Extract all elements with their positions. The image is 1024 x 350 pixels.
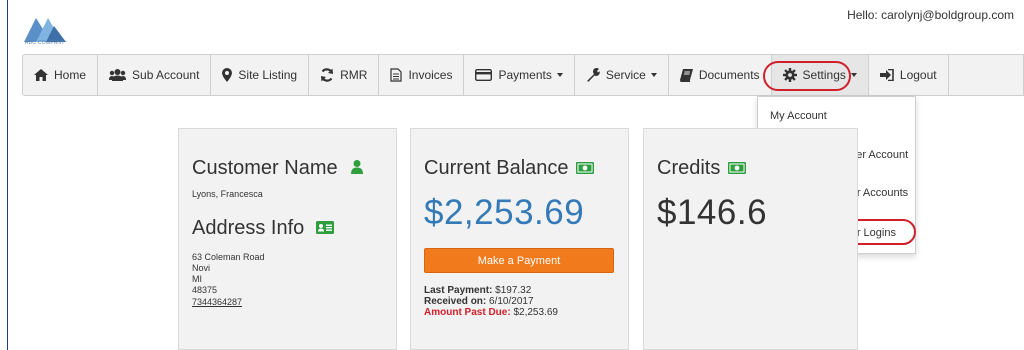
nav-settings-label: Settings: [802, 68, 846, 82]
book-icon: [679, 68, 693, 82]
nav-invoices-label: Invoices: [408, 68, 453, 82]
current-balance-card: Current Balance $2,253.69 Make a Payment…: [410, 128, 629, 350]
nav-site-listing[interactable]: Site Listing: [211, 55, 310, 95]
received-on-row: Received on: 6/10/2017: [424, 296, 534, 307]
nav-sub-account-label: Sub Account: [132, 68, 200, 82]
current-balance-title: Current Balance: [424, 157, 569, 179]
nav-documents-label: Documents: [698, 68, 760, 82]
home-icon: [34, 69, 48, 81]
past-due-label: Amount Past Due:: [424, 307, 511, 318]
user-greeting: Hello: carolynj@boldgroup.com: [847, 8, 1014, 22]
nav-service[interactable]: Service: [575, 55, 669, 95]
user-icon: [351, 157, 364, 180]
past-due-value: $2,253.69: [513, 307, 558, 318]
nav-invoices[interactable]: Invoices: [379, 55, 465, 95]
credits-card: Credits $146.6: [643, 128, 858, 350]
last-payment-value: $197.32: [495, 285, 532, 296]
nav-rmr-label: RMR: [340, 68, 368, 82]
nav-payments-label: Payments: [498, 68, 552, 82]
make-payment-button[interactable]: Make a Payment: [424, 248, 614, 273]
nav-site-listing-label: Site Listing: [238, 68, 298, 82]
address-line-3: MI: [192, 274, 202, 284]
customer-name-value: Lyons, Francesca: [192, 189, 263, 199]
last-payment-label: Last Payment:: [424, 285, 493, 296]
logo-text: ABC COMPANY: [25, 40, 65, 46]
chevron-down-icon: [850, 73, 857, 77]
customer-info-card: Customer Name Lyons, Francesca Address I…: [178, 128, 397, 350]
nav-logout-label: Logout: [899, 68, 937, 82]
main-navbar: Home Sub Account Site Listing RMR Invoic…: [22, 54, 1024, 96]
last-payment-row: Last Payment: $197.32: [424, 285, 531, 296]
address-line-4: 48375: [192, 285, 218, 295]
refresh-icon: [320, 68, 334, 82]
gear-icon: [782, 68, 797, 82]
nav-logout[interactable]: Logout: [869, 55, 949, 95]
id-card-icon: [315, 217, 334, 240]
received-on-label: Received on:: [424, 296, 487, 307]
map-marker-icon: [222, 68, 233, 82]
nav-documents[interactable]: Documents: [669, 55, 772, 95]
nav-service-label: Service: [605, 68, 646, 82]
phone-link[interactable]: 7344364287: [192, 297, 242, 307]
address-info-heading: Address Info: [192, 217, 334, 240]
address-line-2: Novi: [192, 263, 211, 273]
nav-payments[interactable]: Payments: [464, 55, 575, 95]
credits-heading: Credits: [657, 157, 746, 180]
chevron-down-icon: [650, 73, 657, 77]
current-balance-heading: Current Balance: [424, 157, 595, 180]
credits-amount: $146.6: [657, 193, 768, 232]
nav-rmr[interactable]: RMR: [309, 55, 380, 95]
credit-card-icon: [475, 69, 493, 81]
received-on-value: 6/10/2017: [489, 296, 534, 307]
credits-title: Credits: [657, 157, 721, 179]
money-icon: [576, 157, 595, 180]
balance-amount: $2,253.69: [424, 193, 585, 232]
wrench-icon: [586, 68, 600, 82]
menu-item-my-account[interactable]: My Account: [770, 110, 827, 122]
nav-sub-account[interactable]: Sub Account: [98, 55, 212, 95]
customer-name-heading: Customer Name: [192, 157, 364, 180]
nav-home-label: Home: [54, 68, 87, 82]
customer-name-title: Customer Name: [192, 157, 338, 179]
users-icon: [109, 69, 127, 81]
document-icon: [390, 68, 403, 82]
chevron-down-icon: [556, 73, 563, 77]
logout-icon: [879, 69, 894, 81]
money-icon: [727, 157, 746, 180]
nav-settings[interactable]: Settings: [771, 55, 869, 95]
address-info-title: Address Info: [192, 217, 305, 239]
nav-home[interactable]: Home: [23, 55, 99, 95]
address-line-1: 63 Coleman Road: [192, 252, 265, 262]
past-due-row: Amount Past Due: $2,253.69: [424, 307, 558, 318]
